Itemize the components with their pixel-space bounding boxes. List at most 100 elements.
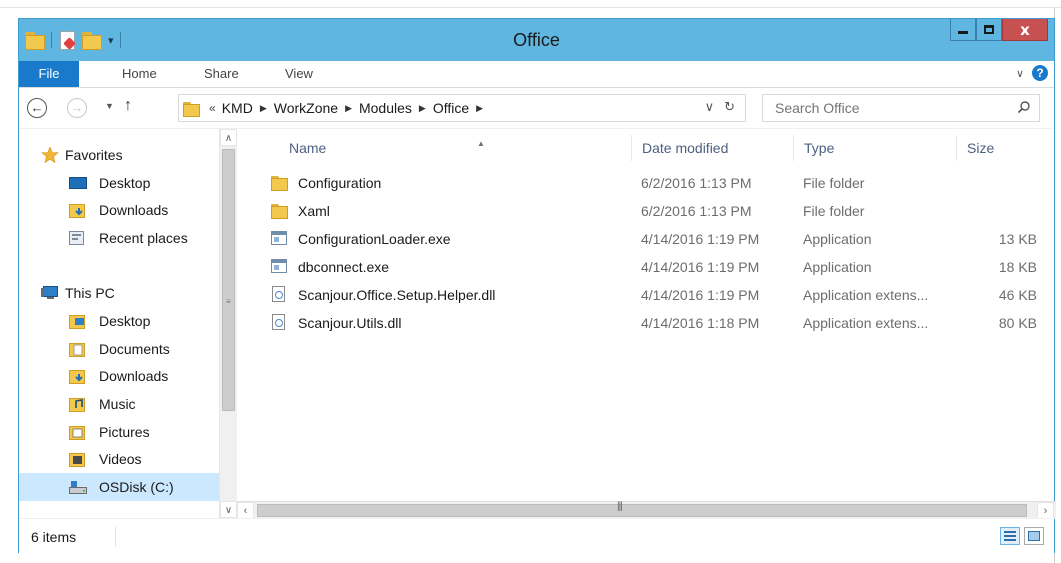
nav-item-pictures[interactable]: Pictures bbox=[19, 418, 219, 446]
close-button[interactable]: x bbox=[1002, 19, 1048, 41]
status-bar: 6 items bbox=[19, 518, 1054, 553]
breadcrumb-item[interactable]: Modules bbox=[359, 100, 412, 116]
up-button[interactable]: ↑ bbox=[124, 97, 132, 115]
column-header-size[interactable]: Size bbox=[956, 135, 1056, 161]
nav-item-downloads[interactable]: Downloads bbox=[19, 363, 219, 391]
search-icon[interactable] bbox=[1017, 100, 1031, 114]
nav-item-this-pc[interactable]: This PC bbox=[19, 279, 219, 307]
nav-pane-scrollbar[interactable]: ∧ ≡ ∨ bbox=[219, 129, 237, 519]
dll-icon bbox=[272, 286, 285, 302]
details-view-button[interactable] bbox=[1000, 527, 1020, 545]
horizontal-scroll-thumb[interactable] bbox=[257, 504, 1027, 517]
file-name: ConfigurationLoader.exe bbox=[298, 231, 451, 247]
file-date: 4/14/2016 1:19 PM bbox=[641, 231, 760, 247]
nav-tree: Favorites Desktop Downloads Recent place… bbox=[19, 141, 219, 501]
navigation-bar: ← → ▼ ↑ « KMD ▶ WorkZone ▶ Modules ▶ Off… bbox=[19, 88, 1054, 128]
nav-item-desktop[interactable]: Desktop bbox=[19, 307, 219, 335]
breadcrumb-item[interactable]: Office bbox=[433, 100, 469, 116]
nav-item-label: Favorites bbox=[65, 146, 123, 163]
documents-folder-icon bbox=[69, 342, 85, 357]
scroll-right-icon[interactable]: › bbox=[1037, 502, 1054, 519]
exe-icon bbox=[271, 259, 287, 273]
column-header-type[interactable]: Type bbox=[793, 135, 956, 161]
folder-icon bbox=[271, 175, 288, 191]
close-icon: x bbox=[1020, 20, 1030, 39]
star-icon bbox=[41, 146, 59, 163]
column-header-name[interactable]: Name ▲ bbox=[279, 135, 589, 161]
explorer-window: ▾ Office x File Home Share View ∨ ? ← → … bbox=[18, 18, 1056, 553]
content-area: Favorites Desktop Downloads Recent place… bbox=[19, 128, 1056, 519]
file-row[interactable]: Xaml 6/2/2016 1:13 PM File folder bbox=[237, 197, 1056, 225]
recent-locations-dropdown-icon[interactable]: ▼ bbox=[105, 101, 114, 111]
file-name: Xaml bbox=[298, 203, 330, 219]
breadcrumb-separator-icon[interactable]: ▶ bbox=[345, 103, 352, 114]
nav-item-music[interactable]: Music bbox=[19, 390, 219, 418]
view-toggle bbox=[1000, 527, 1044, 545]
breadcrumb-separator-icon[interactable]: ▶ bbox=[260, 103, 267, 114]
maximize-button[interactable] bbox=[976, 19, 1002, 41]
minimize-button[interactable] bbox=[950, 19, 976, 41]
breadcrumb-separator-icon[interactable]: ▶ bbox=[476, 103, 483, 114]
nav-item-label: Recent places bbox=[99, 229, 188, 246]
nav-scroll-thumb[interactable]: ≡ bbox=[222, 149, 235, 411]
file-date: 6/2/2016 1:13 PM bbox=[641, 203, 752, 219]
nav-item-favorites[interactable]: Favorites bbox=[19, 141, 219, 169]
breadcrumb-separator-icon[interactable]: ▶ bbox=[419, 103, 426, 114]
file-row[interactable]: Scanjour.Utils.dll 4/14/2016 1:18 PM App… bbox=[237, 309, 1056, 337]
screen-top-edge bbox=[0, 0, 1061, 8]
breadcrumb: « KMD ▶ WorkZone ▶ Modules ▶ Office ▶ bbox=[209, 100, 490, 116]
nav-item-documents[interactable]: Documents bbox=[19, 335, 219, 363]
videos-folder-icon bbox=[69, 453, 85, 468]
file-row[interactable]: ConfigurationLoader.exe 4/14/2016 1:19 P… bbox=[237, 225, 1056, 253]
title-bar: ▾ Office x bbox=[19, 19, 1054, 61]
file-name: dbconnect.exe bbox=[298, 259, 390, 275]
forward-button[interactable]: → bbox=[67, 98, 87, 118]
file-size: 46 KB bbox=[998, 287, 1037, 303]
expand-ribbon-chevron-icon[interactable]: ∨ bbox=[1016, 67, 1024, 80]
scroll-up-icon[interactable]: ∧ bbox=[220, 129, 237, 146]
address-bar[interactable]: « KMD ▶ WorkZone ▶ Modules ▶ Office ▶ ∨ … bbox=[178, 94, 746, 122]
file-row[interactable]: dbconnect.exe 4/14/2016 1:19 PM Applicat… bbox=[237, 253, 1056, 281]
tab-view[interactable]: View bbox=[285, 61, 313, 87]
tab-home[interactable]: Home bbox=[122, 61, 157, 87]
exe-icon bbox=[271, 231, 287, 245]
nav-item-desktop[interactable]: Desktop bbox=[19, 169, 219, 197]
breadcrumb-item[interactable]: KMD bbox=[222, 100, 253, 116]
refresh-icon[interactable]: ↻ bbox=[724, 99, 735, 115]
window-title: Office bbox=[513, 30, 560, 50]
nav-item-downloads[interactable]: Downloads bbox=[19, 196, 219, 224]
search-input[interactable] bbox=[763, 95, 1003, 121]
scroll-left-icon[interactable]: ‹ bbox=[237, 502, 254, 519]
search-box[interactable] bbox=[762, 94, 1040, 122]
large-icons-view-button[interactable] bbox=[1024, 527, 1044, 545]
file-row[interactable]: Configuration 6/2/2016 1:13 PM File fold… bbox=[237, 169, 1056, 197]
nav-item-videos[interactable]: Videos bbox=[19, 446, 219, 474]
file-size: 80 KB bbox=[998, 315, 1037, 331]
file-list: Name ▲ Date modified Type Size Configura… bbox=[237, 129, 1056, 519]
window-controls: x bbox=[950, 19, 1048, 41]
file-type: File folder bbox=[803, 203, 865, 219]
scroll-down-icon[interactable]: ∨ bbox=[220, 501, 237, 518]
file-date: 4/14/2016 1:19 PM bbox=[641, 259, 760, 275]
tab-share[interactable]: Share bbox=[204, 61, 239, 87]
desktop-folder-icon bbox=[69, 314, 85, 329]
address-history-dropdown-icon[interactable]: ∨ bbox=[705, 99, 715, 115]
breadcrumb-item[interactable]: WorkZone bbox=[274, 100, 338, 116]
back-button[interactable]: ← bbox=[27, 98, 47, 118]
nav-item-recent-places[interactable]: Recent places bbox=[19, 224, 219, 252]
item-count: 6 items bbox=[31, 529, 77, 545]
drive-icon bbox=[69, 481, 87, 495]
file-row[interactable]: Scanjour.Office.Setup.Helper.dll 4/14/20… bbox=[237, 281, 1056, 309]
file-list-horizontal-scrollbar[interactable]: ‹ ||| › bbox=[237, 501, 1056, 519]
nav-item-osdisk[interactable]: OSDisk (C:) bbox=[19, 473, 219, 501]
file-date: 4/14/2016 1:19 PM bbox=[641, 287, 760, 303]
folder-icon bbox=[271, 203, 288, 219]
column-header-label: Size bbox=[967, 140, 995, 156]
file-date: 6/2/2016 1:13 PM bbox=[641, 175, 752, 191]
tab-file[interactable]: File bbox=[19, 61, 79, 87]
large-icons-view-icon bbox=[1028, 531, 1040, 541]
help-icon[interactable]: ? bbox=[1032, 65, 1048, 81]
address-bar-controls: ∨ ↻ bbox=[705, 99, 735, 115]
breadcrumb-overflow[interactable]: « bbox=[209, 101, 216, 115]
column-header-date-modified[interactable]: Date modified bbox=[631, 135, 793, 161]
